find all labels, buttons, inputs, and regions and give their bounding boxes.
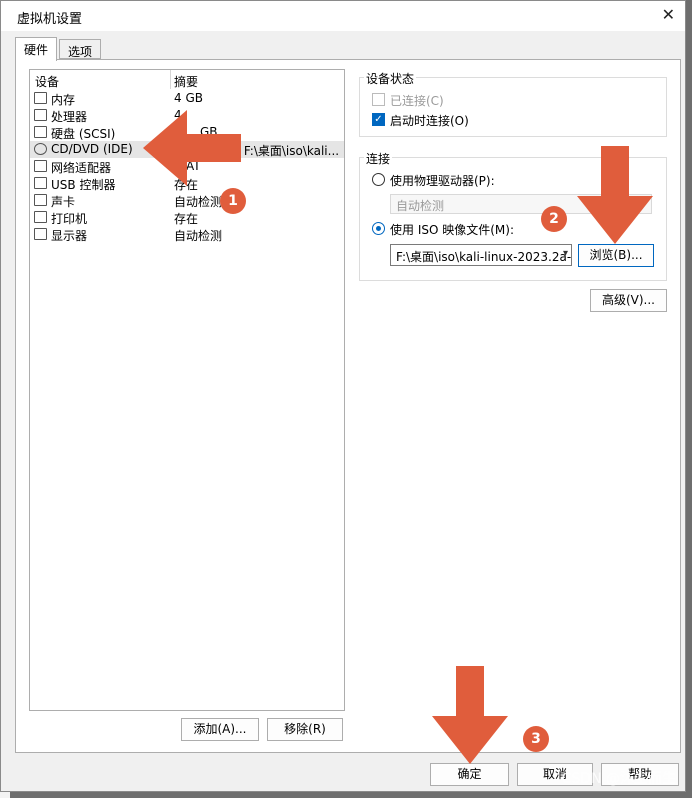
tab-hardware[interactable]: 硬件 — [15, 37, 58, 61]
advanced-button[interactable]: 高级(V)... — [590, 289, 667, 312]
step-badge-2: 2 — [541, 206, 567, 232]
column-device[interactable]: 设备 — [35, 73, 59, 90]
dialog-title: 虚拟机设置 — [17, 12, 83, 27]
device-summary: 存在 — [174, 212, 199, 226]
iso-path-combo[interactable]: F:\桌面\iso\kali-linux-2023.2a-ir ▾ — [390, 244, 572, 266]
step-badge-1: 1 — [220, 188, 246, 214]
connected-checkbox[interactable] — [372, 93, 385, 106]
device-summary: 件 F:\桌面\iso\kali... — [228, 144, 340, 158]
device-status-group: 设备状态 已连接(C) ✓ 启动时连接(O) — [359, 70, 667, 137]
device-list-header: 设备 摘要 — [30, 70, 344, 89]
tab-options[interactable]: 选项 — [59, 39, 102, 59]
device-name: 打印机 — [51, 212, 88, 226]
memory-icon — [34, 92, 47, 104]
printer-icon — [34, 211, 47, 223]
device-name: 内存 — [51, 93, 76, 107]
device-name: USB 控制器 — [51, 178, 116, 192]
arrow-down-icon — [577, 146, 653, 244]
usb-icon — [34, 177, 47, 189]
device-name: CD/DVD (IDE) — [51, 142, 133, 156]
column-summary[interactable]: 摘要 — [174, 73, 198, 90]
physical-drive-label: 使用物理驱动器(P): — [390, 174, 495, 188]
iso-path-value: F:\桌面\iso\kali-linux-2023.2a-ir — [396, 250, 572, 264]
connect-on-start-checkbox[interactable]: ✓ — [372, 113, 385, 126]
remove-button[interactable]: 移除(R) — [267, 718, 343, 741]
physical-drive-radio[interactable] — [372, 173, 385, 186]
iso-image-radio[interactable] — [372, 222, 385, 235]
device-name: 处理器 — [51, 110, 88, 124]
display-icon — [34, 228, 47, 240]
chevron-down-icon[interactable]: ▾ — [563, 248, 568, 259]
disk-icon — [34, 126, 47, 138]
device-status-title: 设备状态 — [364, 70, 417, 87]
device-summary: 自动检测 — [174, 195, 223, 209]
device-row-sound[interactable]: 声卡 自动检测 — [30, 192, 344, 209]
vm-settings-dialog: 虚拟机设置 ✕ 硬件 选项 设备 摘要 内存 4 GB 处理器 4 硬盘 (SC… — [0, 0, 686, 792]
cd-icon — [34, 143, 47, 155]
close-icon[interactable]: ✕ — [662, 5, 675, 24]
device-summary: 自动检测 — [174, 229, 223, 243]
device-name: 显示器 — [51, 229, 88, 243]
iso-image-label: 使用 ISO 映像文件(M): — [390, 223, 514, 237]
network-icon — [34, 160, 47, 172]
ok-button[interactable]: 确定 — [430, 763, 509, 786]
browse-button[interactable]: 浏览(B)... — [578, 244, 654, 267]
arrow-left-icon — [143, 110, 241, 186]
title-bar: 虚拟机设置 ✕ — [1, 1, 685, 31]
device-name: 声卡 — [51, 195, 76, 209]
connection-title: 连接 — [364, 150, 393, 167]
device-row-display[interactable]: 显示器 自动检测 — [30, 226, 344, 243]
device-row-memory[interactable]: 内存 4 GB — [30, 90, 344, 107]
device-name: 网络适配器 — [51, 161, 112, 175]
watermark: CSDN @沐尘而生 — [561, 771, 676, 787]
step-badge-3: 3 — [523, 726, 549, 752]
device-row-printer[interactable]: 打印机 存在 — [30, 209, 344, 226]
add-button[interactable]: 添加(A)... — [181, 718, 259, 741]
connect-on-start-label: 启动时连接(O) — [390, 114, 469, 128]
connected-label: 已连接(C) — [390, 94, 444, 108]
cpu-icon — [34, 109, 47, 121]
arrow-down-icon — [432, 666, 508, 764]
device-summary: 4 GB — [174, 91, 203, 105]
device-name: 硬盘 (SCSI) — [51, 127, 116, 141]
sound-icon — [34, 194, 47, 206]
